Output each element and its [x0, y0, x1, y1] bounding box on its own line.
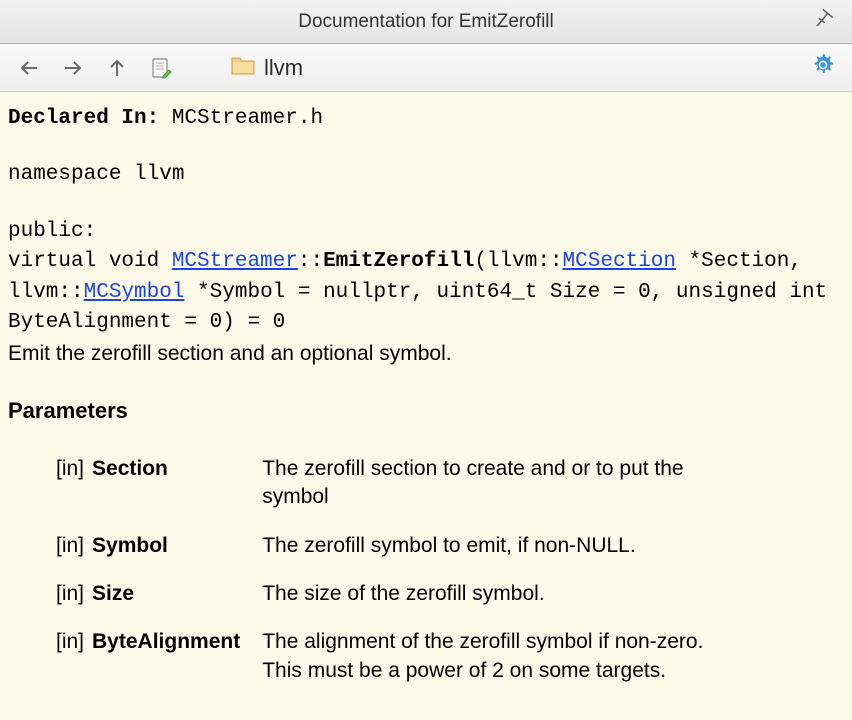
- declared-in-file: MCStreamer.h: [172, 107, 323, 130]
- param-desc: The zerofill symbol to emit, if non-NULL…: [262, 522, 742, 570]
- declared-in-line: Declared In: MCStreamer.h: [8, 104, 844, 134]
- breadcrumb[interactable]: llvm: [230, 54, 303, 81]
- link-mcsection[interactable]: MCSection: [563, 250, 676, 273]
- param-direction: [in]: [56, 570, 92, 618]
- link-mcsymbol[interactable]: MCSymbol: [84, 281, 185, 304]
- edit-button[interactable]: [146, 53, 176, 83]
- titlebar: Documentation for EmitZerofill: [0, 0, 852, 44]
- documentation-content: Declared In: MCStreamer.h namespace llvm…: [0, 92, 852, 720]
- sig-paren-open: (llvm::: [474, 250, 562, 273]
- up-button[interactable]: [102, 53, 132, 83]
- description-line: Emit the zerofill section and an optiona…: [8, 339, 844, 369]
- toolbar: llvm: [0, 44, 852, 92]
- forward-button[interactable]: [58, 53, 88, 83]
- folder-icon: [230, 54, 256, 81]
- param-name: Size: [92, 570, 262, 618]
- table-row: [in] ByteAlignment The alignment of the …: [56, 618, 742, 695]
- table-row: [in] Symbol The zerofill symbol to emit,…: [56, 522, 742, 570]
- param-name: ByteAlignment: [92, 618, 262, 695]
- back-button[interactable]: [14, 53, 44, 83]
- public-line: public:: [8, 217, 844, 247]
- namespace-line: namespace llvm: [8, 160, 844, 190]
- declared-in-label: Declared In:: [8, 107, 159, 130]
- param-direction: [in]: [56, 445, 92, 522]
- sig-prefix: virtual void: [8, 250, 172, 273]
- parameters-table: [in] Section The zerofill section to cre…: [56, 445, 742, 695]
- param-name: Section: [92, 445, 262, 522]
- table-row: [in] Size The size of the zerofill symbo…: [56, 570, 742, 618]
- pin-icon[interactable]: [812, 8, 834, 35]
- param-direction: [in]: [56, 618, 92, 695]
- breadcrumb-label: llvm: [264, 55, 303, 81]
- settings-button[interactable]: [810, 52, 836, 83]
- signature-block: public: virtual void MCStreamer::EmitZer…: [8, 217, 844, 339]
- window-title: Documentation for EmitZerofill: [298, 11, 554, 33]
- sig-sep: ::: [298, 250, 323, 273]
- parameters-heading: Parameters: [8, 395, 844, 427]
- param-desc: The zerofill section to create and or to…: [262, 445, 742, 522]
- sig-method-name: EmitZerofill: [323, 250, 474, 273]
- link-mcstreamer[interactable]: MCStreamer: [172, 250, 298, 273]
- param-name: Symbol: [92, 522, 262, 570]
- param-desc: The size of the zerofill symbol.: [262, 570, 742, 618]
- param-desc: The alignment of the zerofill symbol if …: [262, 618, 742, 695]
- table-row: [in] Section The zerofill section to cre…: [56, 445, 742, 522]
- param-direction: [in]: [56, 522, 92, 570]
